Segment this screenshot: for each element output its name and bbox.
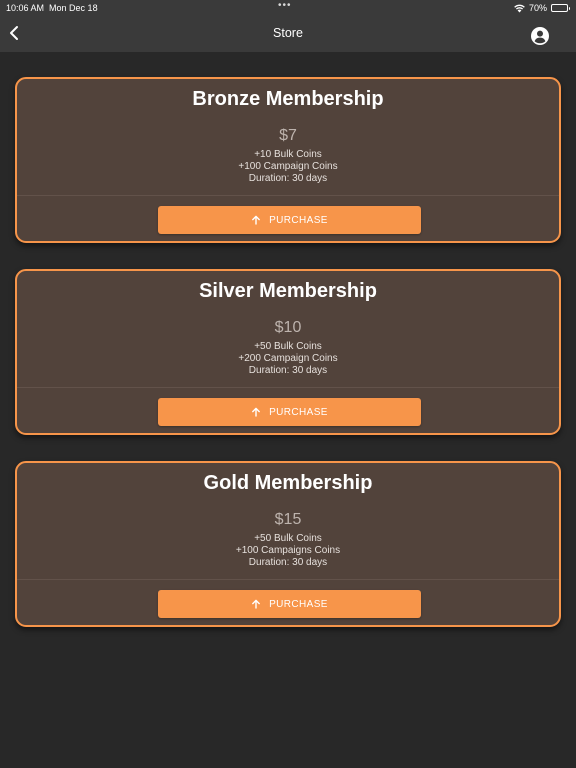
membership-bulk-coins: +50 Bulk Coins	[254, 341, 322, 352]
membership-name: Bronze Membership	[192, 88, 384, 110]
purchase-button-silver[interactable]: PURCHASE	[158, 398, 421, 426]
status-bar: 10:06 AM Mon Dec 18 ••• 70%	[0, 0, 576, 16]
membership-price: $7	[279, 127, 297, 144]
status-time: 10:06 AM	[6, 3, 45, 13]
membership-campaign-coins: +100 Campaigns Coins	[235, 545, 341, 556]
membership-card-bronze: Bronze Membership $7 +10 Bulk Coins +100…	[15, 77, 561, 243]
nav-bar: Store	[0, 16, 576, 52]
multitasking-dots[interactable]: •••	[278, 0, 292, 11]
membership-name: Gold Membership	[203, 472, 373, 494]
page-title: Store	[273, 26, 303, 40]
store-content: Bronze Membership $7 +10 Bulk Coins +100…	[0, 52, 576, 768]
purchase-button-gold[interactable]: PURCHASE	[158, 590, 421, 618]
arrow-up-icon	[252, 407, 261, 417]
card-divider	[17, 579, 559, 580]
membership-bulk-coins: +50 Bulk Coins	[254, 533, 322, 544]
membership-campaign-coins: +100 Campaign Coins	[238, 161, 338, 172]
membership-card-silver: Silver Membership $10 +50 Bulk Coins +20…	[15, 269, 561, 435]
status-right: 70%	[514, 3, 570, 13]
status-time-date: 10:06 AM Mon Dec 18	[6, 3, 98, 13]
membership-bulk-coins: +10 Bulk Coins	[254, 149, 322, 160]
purchase-label: PURCHASE	[269, 214, 328, 226]
arrow-up-icon	[252, 599, 261, 609]
membership-campaign-coins: +200 Campaign Coins	[238, 353, 338, 364]
arrow-up-icon	[252, 215, 261, 225]
membership-name: Silver Membership	[199, 280, 377, 302]
membership-card-gold: Gold Membership $15 +50 Bulk Coins +100 …	[15, 461, 561, 627]
card-divider	[17, 195, 559, 196]
purchase-button-bronze[interactable]: PURCHASE	[158, 206, 421, 234]
membership-price: $10	[274, 319, 302, 336]
purchase-label: PURCHASE	[269, 406, 328, 418]
membership-duration: Duration: 30 days	[248, 173, 328, 184]
membership-duration: Duration: 30 days	[248, 557, 328, 568]
membership-price: $15	[274, 511, 302, 528]
purchase-label: PURCHASE	[269, 598, 328, 610]
battery-percent: 70%	[528, 3, 547, 13]
account-circle-icon[interactable]	[530, 26, 550, 46]
status-date: Mon Dec 18	[49, 3, 98, 13]
card-divider	[17, 387, 559, 388]
membership-duration: Duration: 30 days	[248, 365, 328, 376]
battery-icon	[551, 4, 570, 12]
wifi-icon	[514, 4, 525, 13]
